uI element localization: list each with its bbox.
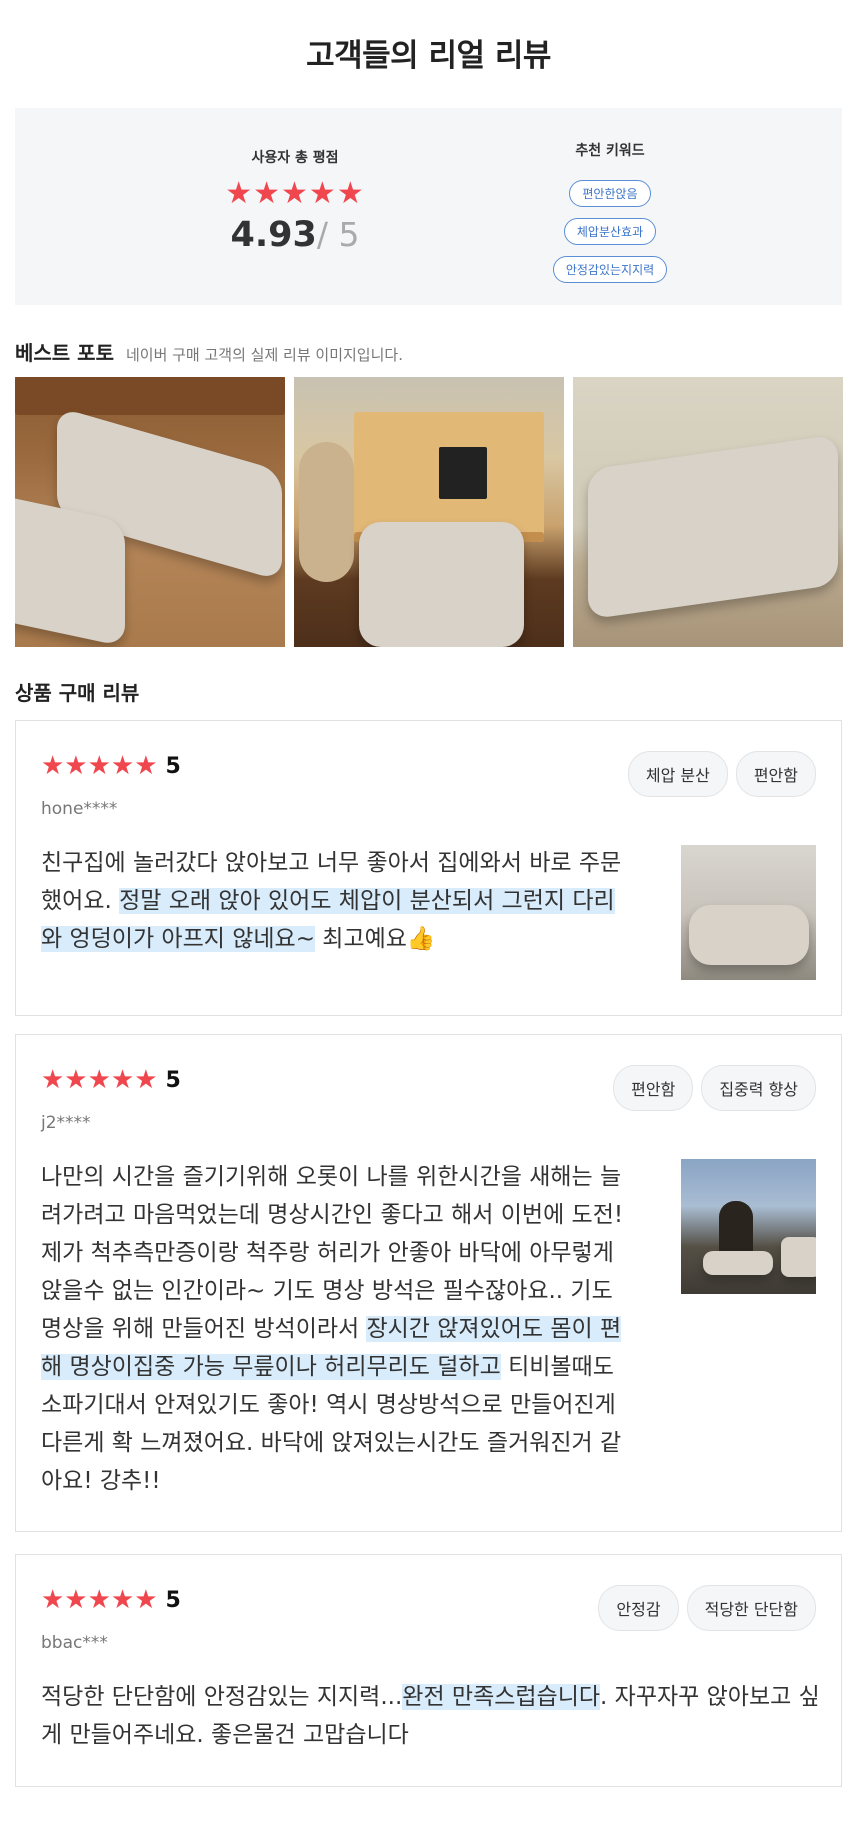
average-score: 4.93/ 5 <box>170 215 420 255</box>
review-tags: 체압 분산 편안함 <box>627 751 816 797</box>
review-rating: ★★★★★ 5 <box>41 751 181 781</box>
review-photo[interactable] <box>681 1159 816 1294</box>
review-card: ★★★★★ 5 hone**** 체압 분산 편안함 친구집에 놀러갔다 앉아보… <box>15 720 842 1016</box>
best-photo-3[interactable] <box>573 377 843 647</box>
review-stars-icon: ★★★★★ <box>41 1585 158 1615</box>
review-rating: ★★★★★ 5 <box>41 1065 181 1095</box>
review-tag: 편안함 <box>613 1065 694 1111</box>
best-photo-2[interactable] <box>294 377 564 647</box>
review-score: 5 <box>165 753 181 779</box>
score-max: / 5 <box>316 215 360 254</box>
rating-stars-icon: ★★★★★ <box>225 176 365 211</box>
rating-label: 사용자 총 평점 <box>251 150 339 166</box>
keyword-chip[interactable]: 체압분산효과 <box>563 218 657 245</box>
review-tag: 적당한 단단함 <box>686 1585 816 1631</box>
page-title: 고객들의 리얼 리뷰 <box>306 38 551 74</box>
review-rating: ★★★★★ 5 <box>41 1585 181 1615</box>
review-tags: 안정감 적당한 단단함 <box>598 1585 816 1631</box>
review-user: hone**** <box>41 799 118 819</box>
review-tag: 집중력 향상 <box>701 1065 816 1111</box>
review-card: ★★★★★ 5 bbac*** 안정감 적당한 단단함 적당한 단단함에 안정감… <box>15 1554 842 1787</box>
score-value: 4.93 <box>230 215 317 255</box>
review-text: 적당한 단단함에 안정감있는 지지력...완전 만족스럽습니다. 자꾸자꾸 앉아… <box>41 1684 820 1748</box>
best-photo-header: 베스트 포토 네이버 구매 고객의 실제 리뷰 이미지입니다. <box>15 337 403 366</box>
review-highlight: 완전 만족스럽습니다 <box>402 1684 601 1710</box>
rating-summary-panel: 사용자 총 평점 ★★★★★ 4.93/ 5 추천 키워드 편안한앉음 체압분산… <box>15 108 842 305</box>
review-tag: 안정감 <box>598 1585 679 1631</box>
review-user: bbac*** <box>41 1633 108 1653</box>
keyword-chip[interactable]: 안정감있는지지력 <box>552 256 668 283</box>
best-photo-subtitle: 네이버 구매 고객의 실제 리뷰 이미지입니다. <box>125 346 403 364</box>
review-score: 5 <box>165 1067 181 1093</box>
review-score: 5 <box>165 1587 181 1613</box>
keyword-summary: 추천 키워드 편안한앉음 체압분산효과 안정감있는지지력 <box>510 108 710 305</box>
review-tags: 편안함 집중력 향상 <box>613 1065 816 1111</box>
review-text: 나만의 시간을 즐기기위해 오롯이 나를 위한시간을 새해는 늘려가려고 마음먹… <box>41 1164 624 1494</box>
keyword-chip[interactable]: 편안한앉음 <box>569 180 651 207</box>
best-photo-1[interactable] <box>15 377 285 647</box>
review-stars-icon: ★★★★★ <box>41 751 158 781</box>
best-photo-title: 베스트 포토 <box>15 341 114 365</box>
review-photo[interactable] <box>681 845 816 980</box>
review-text: 친구집에 놀러갔다 앉아보고 너무 좋아서 집에와서 바로 주문했어요. 정말 … <box>41 850 622 952</box>
review-tag: 편안함 <box>735 751 816 797</box>
review-tag: 체압 분산 <box>627 751 728 797</box>
review-user: j2**** <box>41 1113 91 1133</box>
review-card: ★★★★★ 5 j2**** 편안함 집중력 향상 나만의 시간을 즐기기위해 … <box>15 1034 842 1532</box>
reviews-section-title: 상품 구매 리뷰 <box>15 681 140 705</box>
rating-summary: 사용자 총 평점 ★★★★★ 4.93/ 5 <box>170 108 420 305</box>
review-stars-icon: ★★★★★ <box>41 1065 158 1095</box>
keywords-label: 추천 키워드 <box>575 143 645 159</box>
